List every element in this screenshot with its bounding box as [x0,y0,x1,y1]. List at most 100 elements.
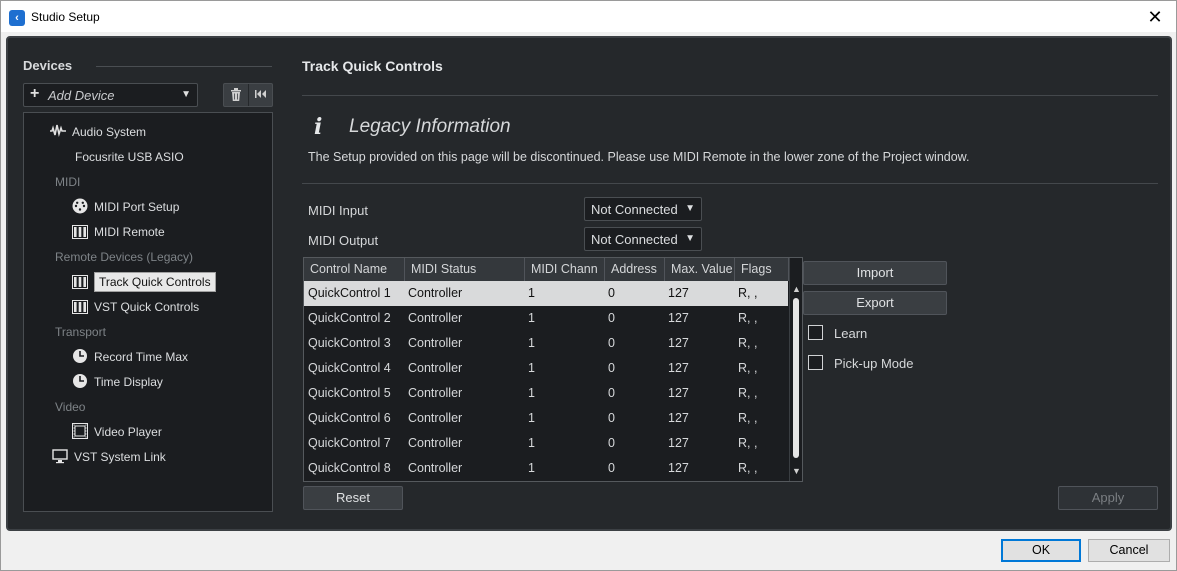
tree-item-track-quick-controls[interactable]: Track Quick Controls [72,271,216,293]
export-button[interactable]: Export [803,291,947,315]
table-cell: 1 [528,336,535,350]
table-cell: 127 [668,461,689,475]
tree-item-midi-port-setup[interactable]: MIDI Port Setup [72,196,179,218]
table-cell: 1 [528,386,535,400]
table-row[interactable]: QuickControl 4 Controller 1 0 127 R, , [304,356,788,381]
studio-setup-panel: Devices + Add Device ▼ Audio System Focu… [6,36,1172,531]
table-row[interactable]: QuickControl 3 Controller 1 0 127 R, , [304,331,788,356]
column-header[interactable]: Flags [735,258,789,281]
table-cell: 0 [608,361,615,375]
quick-controls-table: Control Name MIDI Status MIDI Chann Addr… [303,257,803,482]
divider [302,183,1158,184]
midi-output-select[interactable]: Not Connected ▼ [584,227,702,251]
table-cell: Controller [408,336,463,350]
table-cell: 0 [608,311,615,325]
table-cell: Controller [408,286,463,300]
table-cell: 127 [668,286,689,300]
cancel-button[interactable]: Cancel [1088,539,1170,562]
reset-device-icon[interactable] [249,84,273,106]
tree-item-vst-system-link[interactable]: VST System Link [52,446,166,468]
tree-item-time-display[interactable]: Time Display [72,371,163,393]
trash-icon[interactable] [224,84,249,106]
devices-heading: Devices [23,58,73,73]
table-cell: 127 [668,361,689,375]
chevron-down-icon[interactable]: ▼ [792,466,801,476]
keyboard-icon [72,274,88,290]
category-transport: Transport [55,325,106,339]
device-tool-buttons [223,83,273,107]
add-device-label: Add Device [48,88,115,103]
column-header[interactable]: Control Name [304,258,405,281]
film-icon [72,423,88,439]
table-cell: R, , [738,336,758,350]
midi-input-select[interactable]: Not Connected ▼ [584,197,702,221]
scroll-thumb[interactable] [793,298,799,458]
table-cell: 127 [668,436,689,450]
monitor-icon [52,448,68,464]
table-cell: R, , [738,311,758,325]
category-midi: MIDI [55,175,81,189]
reset-button[interactable]: Reset [303,486,403,510]
pickup-mode-label: Pick-up Mode [834,356,914,371]
import-button[interactable]: Import [803,261,947,285]
table-row[interactable]: QuickControl 7 Controller 1 0 127 R, , [304,431,788,456]
table-cell: Controller [408,311,463,325]
column-header[interactable]: Max. Value [665,258,735,281]
column-header[interactable]: MIDI Status [405,258,525,281]
tree-item-vst-quick-controls[interactable]: VST Quick Controls [72,296,199,318]
info-text: The Setup provided on this page will be … [308,150,970,164]
table-cell: Controller [408,386,463,400]
column-header[interactable]: Address [605,258,665,281]
info-title: Legacy Information [349,116,511,137]
chevron-up-icon[interactable]: ▲ [792,284,801,294]
table-row[interactable]: QuickControl 5 Controller 1 0 127 R, , [304,381,788,406]
pickup-mode-checkbox[interactable] [808,355,823,370]
info-icon: i [314,114,323,140]
table-cell: Controller [408,436,463,450]
tree-item-record-time-max[interactable]: Record Time Max [72,346,188,368]
table-cell: R, , [738,461,758,475]
column-header[interactable]: MIDI Chann [525,258,605,281]
table-row[interactable]: QuickControl 8 Controller 1 0 127 R, , [304,456,788,481]
table-cell: 0 [608,386,615,400]
title-bar: ‹ Studio Setup ✕ [0,0,1177,32]
apply-button[interactable]: Apply [1058,486,1158,510]
page-title: Track Quick Controls [302,58,443,74]
learn-label: Learn [834,326,868,341]
device-tree: Audio System Focusrite USB ASIO MIDI MID… [23,112,273,512]
table-cell: R, , [738,386,758,400]
window-body: Devices + Add Device ▼ Audio System Focu… [0,32,1177,571]
table-scrollbar[interactable]: ▲ ▼ [789,258,802,481]
clock-icon [72,373,88,389]
table-row[interactable]: QuickControl 6 Controller 1 0 127 R, , [304,406,788,431]
table-cell: QuickControl 2 [308,311,391,325]
tree-item-focusrite[interactable]: Focusrite USB ASIO [75,146,184,168]
tree-item-video-player[interactable]: Video Player [72,421,162,443]
dropdown-arrow-icon: ▼ [685,233,695,244]
table-cell: 127 [668,311,689,325]
plus-icon: + [30,85,40,102]
table-row[interactable]: QuickControl 1 Controller 1 0 127 R, , [304,281,788,306]
tree-item-midi-remote[interactable]: MIDI Remote [72,221,165,243]
divider [96,66,272,67]
table-cell: QuickControl 6 [308,411,391,425]
midi-input-label: MIDI Input [308,203,368,218]
table-cell: 0 [608,436,615,450]
cubase-app-icon: ‹ [9,10,25,26]
table-cell: 1 [528,361,535,375]
table-cell: QuickControl 1 [308,286,391,300]
learn-checkbox[interactable] [808,325,823,340]
table-cell: 0 [608,411,615,425]
tree-item-audio-system[interactable]: Audio System [50,121,146,143]
category-video: Video [55,400,86,414]
table-cell: 1 [528,311,535,325]
table-cell: R, , [738,361,758,375]
table-cell: R, , [738,436,758,450]
close-icon[interactable]: ✕ [1144,6,1166,28]
table-cell: R, , [738,286,758,300]
midi-port-icon [72,198,88,214]
table-row[interactable]: QuickControl 2 Controller 1 0 127 R, , [304,306,788,331]
table-cell: QuickControl 8 [308,461,391,475]
add-device-dropdown[interactable]: + Add Device ▼ [23,83,198,107]
ok-button[interactable]: OK [1001,539,1081,562]
